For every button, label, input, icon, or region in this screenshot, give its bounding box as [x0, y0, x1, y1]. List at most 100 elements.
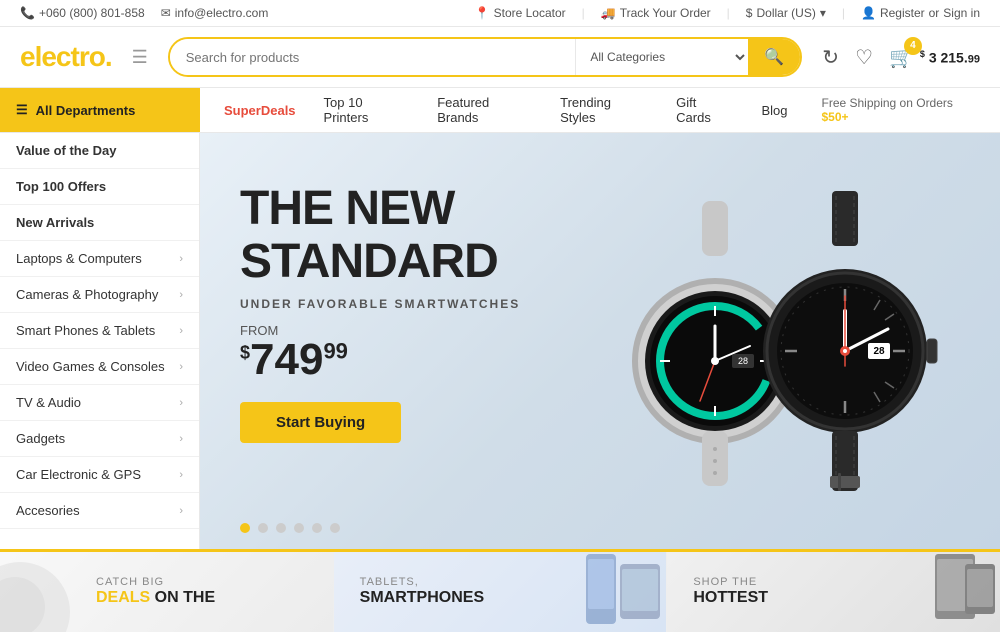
chevron-right-icon: ›: [179, 505, 183, 517]
hero-dot-1[interactable]: [240, 523, 250, 533]
hero-dots: [240, 523, 340, 533]
sidebar-item-gadgets[interactable]: Gadgets ›: [0, 421, 199, 457]
hero-price-main: 749: [250, 335, 323, 384]
sidebar-item-top100[interactable]: Top 100 Offers: [0, 169, 199, 205]
store-locator-item[interactable]: 📍 Store Locator: [475, 6, 566, 20]
all-departments-button[interactable]: ☰ All Departments: [0, 88, 200, 132]
wishlist-icon[interactable]: ♡: [855, 45, 873, 70]
hero-title: THE NEW STANDARD: [240, 183, 960, 289]
dollar-icon: $: [746, 6, 753, 20]
register-signin-item[interactable]: 👤 Register or Sign in: [861, 6, 980, 20]
nav-top-printers[interactable]: Top 10 Printers: [310, 88, 424, 132]
phone-number: +060 (800) 801-858: [39, 6, 145, 20]
sidebar-item-smartphones[interactable]: Smart Phones & Tablets ›: [0, 313, 199, 349]
email-icon: ✉: [161, 6, 171, 20]
nav-super-deals[interactable]: SuperDeals: [210, 88, 310, 132]
cart-price: $ 3 215.99: [920, 49, 980, 66]
email-address: info@electro.com: [175, 6, 269, 20]
register-link[interactable]: Register: [880, 6, 925, 20]
sidebar-item-cameras[interactable]: Cameras & Photography ›: [0, 277, 199, 313]
cart-price-cents: 99: [968, 53, 980, 65]
search-button[interactable]: 🔍: [748, 39, 800, 75]
sidebar-item-value-of-day[interactable]: Value of the Day: [0, 133, 199, 169]
chevron-right-icon: ›: [179, 397, 183, 409]
promo-item-tablets[interactable]: TABLETS, SMARTPHONES: [334, 552, 668, 632]
hero-dot-2[interactable]: [258, 523, 268, 533]
logo-text: electro: [20, 41, 105, 72]
sidebar-item-label: Value of the Day: [16, 143, 116, 158]
promo-hottest-title: HOTTEST: [693, 588, 768, 607]
search-input[interactable]: [170, 39, 576, 75]
chevron-right-icon: ›: [179, 361, 183, 373]
track-order-label: Track Your Order: [620, 6, 711, 20]
cart-badge: 4: [904, 37, 922, 55]
sidebar-item-accessories[interactable]: Accesories ›: [0, 493, 199, 529]
sidebar-item-label: Accesories: [16, 503, 80, 518]
hero-content: THE NEW STANDARD UNDER FAVORABLE SMARTWA…: [200, 133, 1000, 493]
hero-price-cents: 99: [323, 338, 347, 363]
hero-banner: THE NEW STANDARD UNDER FAVORABLE SMARTWA…: [200, 133, 1000, 549]
chevron-right-icon: ›: [179, 325, 183, 337]
promo-tablets-title: SMARTPHONES: [360, 588, 484, 607]
sep2: |: [727, 6, 730, 20]
promo-strip: CATCH BIG DEALS ON THE TABLETS, SMARTPHO…: [0, 549, 1000, 632]
sidebar-item-games[interactable]: Video Games & Consoles ›: [0, 349, 199, 385]
promo-deals-title: DEALS ON THE: [96, 588, 215, 607]
hero-dollar-sign: $: [240, 342, 250, 362]
topbar: 📞 +060 (800) 801-858 ✉ info@electro.com …: [0, 0, 1000, 27]
logo[interactable]: electro.: [20, 41, 112, 73]
hero-dot-6[interactable]: [330, 523, 340, 533]
category-select[interactable]: All Categories Laptops & Computers Camer…: [575, 39, 748, 75]
hero-title-line2: STANDARD: [240, 236, 960, 289]
signin-link[interactable]: Sign in: [943, 6, 980, 20]
or-text: or: [929, 6, 940, 20]
promo-item-deals[interactable]: CATCH BIG DEALS ON THE: [0, 552, 334, 632]
email-item[interactable]: ✉ info@electro.com: [161, 6, 269, 20]
hero-subtitle: UNDER FAVORABLE SMARTWATCHES: [240, 297, 960, 311]
nav-links: SuperDeals Top 10 Printers Featured Bran…: [200, 88, 1000, 132]
menu-icon[interactable]: ☰: [132, 47, 148, 68]
hero-dot-5[interactable]: [312, 523, 322, 533]
topbar-right: 📍 Store Locator | 🚚 Track Your Order | $…: [475, 6, 980, 20]
user-icon: 👤: [861, 6, 876, 20]
chevron-right-icon: ›: [179, 253, 183, 265]
hero-dot-3[interactable]: [276, 523, 286, 533]
refresh-icon[interactable]: ↻: [822, 45, 839, 70]
departments-menu-icon: ☰: [16, 102, 28, 118]
nav-shipping: Free Shipping on Orders $50+: [802, 96, 1000, 124]
sidebar-item-car[interactable]: Car Electronic & GPS ›: [0, 457, 199, 493]
sidebar-item-label: Video Games & Consoles: [16, 359, 165, 374]
sidebar-item-label: Cameras & Photography: [16, 287, 158, 302]
sidebar-item-new-arrivals[interactable]: New Arrivals: [0, 205, 199, 241]
sidebar-item-laptops[interactable]: Laptops & Computers ›: [0, 241, 199, 277]
sep3: |: [842, 6, 845, 20]
hero-from: FROM: [240, 323, 960, 338]
nav-featured-brands[interactable]: Featured Brands: [423, 88, 546, 132]
sidebar-item-label: New Arrivals: [16, 215, 94, 230]
chevron-right-icon: ›: [179, 289, 183, 301]
currency-label: Dollar (US): [756, 6, 815, 20]
promo-hottest-label: SHOP THE: [693, 576, 768, 588]
track-order-item[interactable]: 🚚 Track Your Order: [601, 6, 711, 20]
chevron-right-icon: ›: [179, 433, 183, 445]
currency-item[interactable]: $ Dollar (US) ▾: [746, 6, 826, 20]
topbar-left: 📞 +060 (800) 801-858 ✉ info@electro.com: [20, 6, 268, 20]
header-actions: ↻ ♡ 🛒 4 $ 3 215.99: [822, 45, 980, 70]
cart-wrapper[interactable]: 🛒 4 $ 3 215.99: [889, 45, 980, 70]
nav-gift-cards[interactable]: Gift Cards: [662, 88, 747, 132]
sidebar-item-label: TV & Audio: [16, 395, 81, 410]
hero-cta-button[interactable]: Start Buying: [240, 402, 401, 443]
sidebar-item-tv[interactable]: TV & Audio ›: [0, 385, 199, 421]
all-departments-label: All Departments: [36, 103, 136, 118]
phone-item[interactable]: 📞 +060 (800) 801-858: [20, 6, 145, 20]
nav-blog[interactable]: Blog: [747, 88, 801, 132]
logo-dot: .: [105, 41, 112, 72]
sidebar: Value of the Day Top 100 Offers New Arri…: [0, 133, 200, 549]
promo-item-hottest[interactable]: SHOP THE HOTTEST: [667, 552, 1000, 632]
nav-trending-styles[interactable]: Trending Styles: [546, 88, 662, 132]
main-layout: Value of the Day Top 100 Offers New Arri…: [0, 133, 1000, 549]
chevron-right-icon: ›: [179, 469, 183, 481]
promo-deals-label: CATCH BIG: [96, 576, 215, 588]
hero-dot-4[interactable]: [294, 523, 304, 533]
search-bar: All Categories Laptops & Computers Camer…: [168, 37, 803, 77]
